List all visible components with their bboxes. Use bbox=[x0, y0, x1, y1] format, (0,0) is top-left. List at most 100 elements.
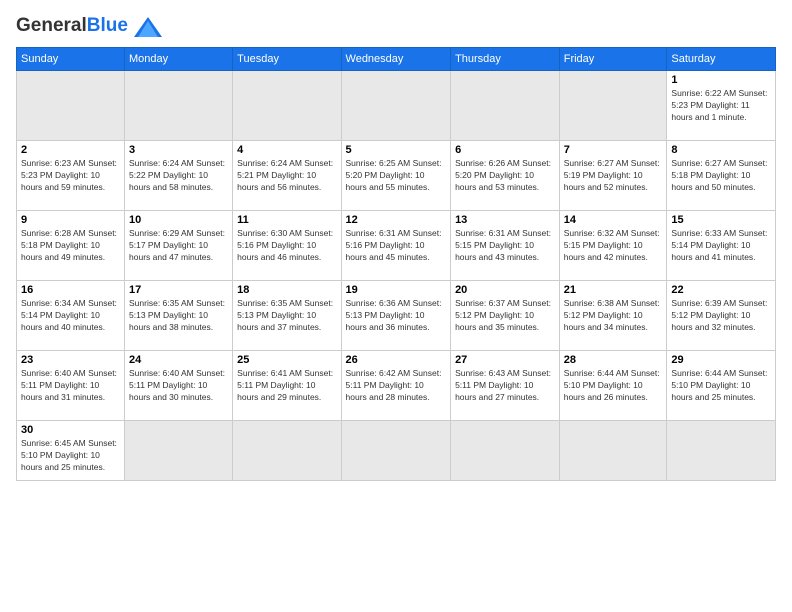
col-thursday: Thursday bbox=[451, 47, 560, 70]
calendar: Sunday Monday Tuesday Wednesday Thursday… bbox=[16, 47, 776, 481]
day-number: 3 bbox=[129, 144, 228, 156]
col-wednesday: Wednesday bbox=[341, 47, 451, 70]
calendar-cell: 25 Sunrise: 6:41 AM Sunset: 5:11 PM Dayli… bbox=[233, 350, 341, 420]
day-number: 23 bbox=[21, 354, 120, 366]
day-number: 17 bbox=[129, 284, 228, 296]
calendar-cell: 10 Sunrise: 6:29 AM Sunset: 5:17 PM Dayli… bbox=[125, 210, 233, 280]
calendar-cell: 8Sunrise: 6:27 AM Sunset: 5:18 PM Daylig… bbox=[667, 140, 776, 210]
calendar-cell bbox=[17, 70, 125, 140]
logo-text: GeneralBlue bbox=[16, 16, 162, 37]
day-info: Sunrise: 6:43 AM Sunset: 5:11 PM Dayligh… bbox=[455, 368, 555, 404]
day-number: 11 bbox=[237, 214, 336, 226]
day-info: Sunrise: 6:24 AM Sunset: 5:22 PM Dayligh… bbox=[129, 158, 228, 194]
day-number: 16 bbox=[21, 284, 120, 296]
day-number: 13 bbox=[455, 214, 555, 226]
day-number: 22 bbox=[671, 284, 771, 296]
day-number: 12 bbox=[346, 214, 447, 226]
day-number: 21 bbox=[564, 284, 663, 296]
day-number: 10 bbox=[129, 214, 228, 226]
calendar-cell: 15Sunrise: 6:33 AM Sunset: 5:14 PM Dayli… bbox=[667, 210, 776, 280]
day-number: 1 bbox=[671, 74, 771, 86]
day-info: Sunrise: 6:29 AM Sunset: 5:17 PM Dayligh… bbox=[129, 228, 228, 264]
calendar-cell: 24 Sunrise: 6:40 AM Sunset: 5:11 PM Dayli… bbox=[125, 350, 233, 420]
calendar-cell: 19 Sunrise: 6:36 AM Sunset: 5:13 PM Dayli… bbox=[341, 280, 451, 350]
calendar-cell: 28 Sunrise: 6:44 AM Sunset: 5:10 PM Dayli… bbox=[559, 350, 667, 420]
day-number: 9 bbox=[21, 214, 120, 226]
calendar-cell bbox=[233, 420, 341, 480]
calendar-cell: 2 Sunrise: 6:23 AM Sunset: 5:23 PM Daylig… bbox=[17, 140, 125, 210]
header: GeneralBlue bbox=[16, 16, 776, 37]
calendar-cell: 27 Sunrise: 6:43 AM Sunset: 5:11 PM Dayli… bbox=[451, 350, 560, 420]
logo-general: General bbox=[16, 15, 87, 36]
logo: GeneralBlue bbox=[16, 16, 162, 37]
calendar-cell: 6 Sunrise: 6:26 AM Sunset: 5:20 PM Daylig… bbox=[451, 140, 560, 210]
day-number: 26 bbox=[346, 354, 447, 366]
calendar-cell: 29 Sunrise: 6:44 AM Sunset: 5:10 PM Dayli… bbox=[667, 350, 776, 420]
day-info: Sunrise: 6:33 AM Sunset: 5:14 PM Dayligh… bbox=[671, 228, 771, 264]
calendar-cell: 7 Sunrise: 6:27 AM Sunset: 5:19 PM Daylig… bbox=[559, 140, 667, 210]
day-number: 5 bbox=[346, 144, 447, 156]
day-info: Sunrise: 6:23 AM Sunset: 5:23 PM Dayligh… bbox=[21, 158, 120, 194]
day-info: Sunrise: 6:22 AM Sunset: 5:23 PM Dayligh… bbox=[671, 88, 771, 124]
day-info: Sunrise: 6:44 AM Sunset: 5:10 PM Dayligh… bbox=[671, 368, 771, 404]
day-info: Sunrise: 6:27 AM Sunset: 5:19 PM Dayligh… bbox=[564, 158, 663, 194]
day-number: 8 bbox=[671, 144, 771, 156]
day-number: 2 bbox=[21, 144, 120, 156]
calendar-cell: 11 Sunrise: 6:30 AM Sunset: 5:16 PM Dayli… bbox=[233, 210, 341, 280]
day-info: Sunrise: 6:28 AM Sunset: 5:18 PM Dayligh… bbox=[21, 228, 120, 264]
day-info: Sunrise: 6:31 AM Sunset: 5:16 PM Dayligh… bbox=[346, 228, 447, 264]
day-info: Sunrise: 6:24 AM Sunset: 5:21 PM Dayligh… bbox=[237, 158, 336, 194]
day-info: Sunrise: 6:30 AM Sunset: 5:16 PM Dayligh… bbox=[237, 228, 336, 264]
calendar-header-row: Sunday Monday Tuesday Wednesday Thursday… bbox=[17, 47, 776, 70]
calendar-cell: 21 Sunrise: 6:38 AM Sunset: 5:12 PM Dayli… bbox=[559, 280, 667, 350]
day-info: Sunrise: 6:36 AM Sunset: 5:13 PM Dayligh… bbox=[346, 298, 447, 334]
day-info: Sunrise: 6:41 AM Sunset: 5:11 PM Dayligh… bbox=[237, 368, 336, 404]
calendar-cell: 18 Sunrise: 6:35 AM Sunset: 5:13 PM Dayli… bbox=[233, 280, 341, 350]
calendar-cell: 9 Sunrise: 6:28 AM Sunset: 5:18 PM Daylig… bbox=[17, 210, 125, 280]
calendar-cell bbox=[451, 420, 560, 480]
day-info: Sunrise: 6:35 AM Sunset: 5:13 PM Dayligh… bbox=[237, 298, 336, 334]
calendar-cell bbox=[125, 420, 233, 480]
day-info: Sunrise: 6:40 AM Sunset: 5:11 PM Dayligh… bbox=[21, 368, 120, 404]
calendar-cell: 1 Sunrise: 6:22 AM Sunset: 5:23 PM Daylig… bbox=[667, 70, 776, 140]
col-tuesday: Tuesday bbox=[233, 47, 341, 70]
calendar-cell: 5 Sunrise: 6:25 AM Sunset: 5:20 PM Daylig… bbox=[341, 140, 451, 210]
day-number: 14 bbox=[564, 214, 663, 226]
calendar-cell bbox=[559, 420, 667, 480]
day-info: Sunrise: 6:34 AM Sunset: 5:14 PM Dayligh… bbox=[21, 298, 120, 334]
day-number: 20 bbox=[455, 284, 555, 296]
calendar-cell: 14 Sunrise: 6:32 AM Sunset: 5:15 PM Dayli… bbox=[559, 210, 667, 280]
calendar-cell: 23 Sunrise: 6:40 AM Sunset: 5:11 PM Dayli… bbox=[17, 350, 125, 420]
day-number: 19 bbox=[346, 284, 447, 296]
col-sunday: Sunday bbox=[17, 47, 125, 70]
calendar-cell: 13 Sunrise: 6:31 AM Sunset: 5:15 PM Dayli… bbox=[451, 210, 560, 280]
calendar-cell: 12 Sunrise: 6:31 AM Sunset: 5:16 PM Dayli… bbox=[341, 210, 451, 280]
day-number: 28 bbox=[564, 354, 663, 366]
day-info: Sunrise: 6:44 AM Sunset: 5:10 PM Dayligh… bbox=[564, 368, 663, 404]
day-number: 18 bbox=[237, 284, 336, 296]
col-friday: Friday bbox=[559, 47, 667, 70]
day-info: Sunrise: 6:40 AM Sunset: 5:11 PM Dayligh… bbox=[129, 368, 228, 404]
col-monday: Monday bbox=[125, 47, 233, 70]
logo-blue: Blue bbox=[87, 15, 128, 36]
page: GeneralBlue Sunday Monday Tuesday Wednes… bbox=[0, 0, 792, 612]
calendar-cell: 22 Sunrise: 6:39 AM Sunset: 5:12 PM Dayli… bbox=[667, 280, 776, 350]
day-number: 6 bbox=[455, 144, 555, 156]
calendar-cell: 17Sunrise: 6:35 AM Sunset: 5:13 PM Dayli… bbox=[125, 280, 233, 350]
day-number: 30 bbox=[21, 424, 120, 436]
day-info: Sunrise: 6:25 AM Sunset: 5:20 PM Dayligh… bbox=[346, 158, 447, 194]
day-info: Sunrise: 6:42 AM Sunset: 5:11 PM Dayligh… bbox=[346, 368, 447, 404]
calendar-cell: 30Sunrise: 6:45 AM Sunset: 5:10 PM Dayli… bbox=[17, 420, 125, 480]
day-info: Sunrise: 6:39 AM Sunset: 5:12 PM Dayligh… bbox=[671, 298, 771, 334]
calendar-cell bbox=[125, 70, 233, 140]
calendar-cell: 4Sunrise: 6:24 AM Sunset: 5:21 PM Daylig… bbox=[233, 140, 341, 210]
day-info: Sunrise: 6:26 AM Sunset: 5:20 PM Dayligh… bbox=[455, 158, 555, 194]
day-number: 27 bbox=[455, 354, 555, 366]
day-info: Sunrise: 6:32 AM Sunset: 5:15 PM Dayligh… bbox=[564, 228, 663, 264]
day-info: Sunrise: 6:38 AM Sunset: 5:12 PM Dayligh… bbox=[564, 298, 663, 334]
day-number: 25 bbox=[237, 354, 336, 366]
day-number: 24 bbox=[129, 354, 228, 366]
day-info: Sunrise: 6:31 AM Sunset: 5:15 PM Dayligh… bbox=[455, 228, 555, 264]
day-number: 29 bbox=[671, 354, 771, 366]
day-number: 7 bbox=[564, 144, 663, 156]
